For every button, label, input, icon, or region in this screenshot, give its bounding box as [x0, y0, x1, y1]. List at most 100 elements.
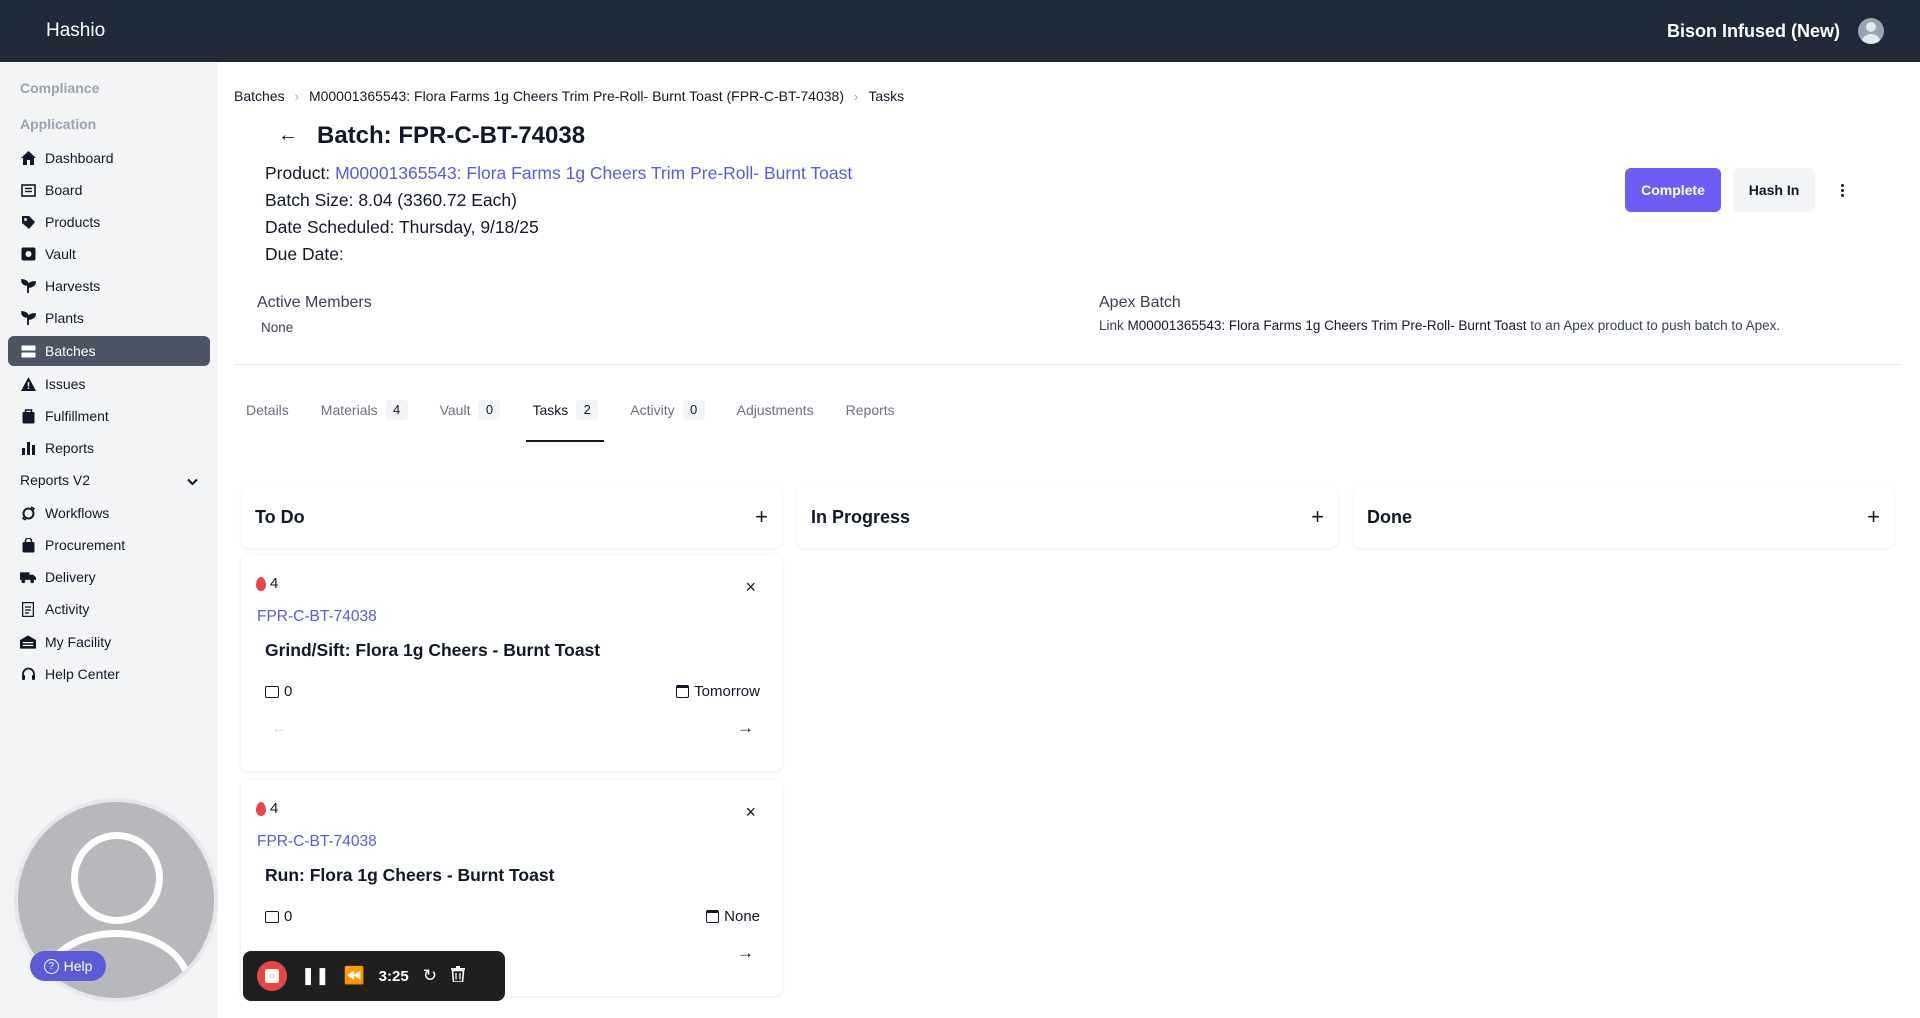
sidebar-section-compliance[interactable]: Compliance [20, 80, 99, 96]
apex-batch-title: Apex Batch [1099, 294, 1181, 311]
tab-vault[interactable]: Vault 0 [434, 400, 507, 442]
chevron-right-icon: › [854, 88, 859, 104]
tab-label: Details [246, 402, 289, 418]
sidebar-item-label: Delivery [45, 569, 96, 585]
hash-in-button[interactable]: Hash In [1733, 168, 1815, 212]
product-link[interactable]: M00001365543: Flora Farms 1g Cheers Trim… [335, 163, 852, 183]
sidebar-item-batches[interactable]: Batches [8, 336, 210, 366]
due-date: Due Date: [265, 244, 344, 264]
sidebar-item-label: Harvests [45, 278, 101, 294]
delete-icon[interactable] [450, 965, 465, 987]
sidebar-item-label: Reports V2 [20, 472, 91, 488]
headset-icon [20, 666, 36, 682]
task-name: Run: Flora 1g Cheers - Burnt Toast [265, 865, 555, 885]
sidebar-item-reports-v2[interactable]: Reports V2 [8, 465, 210, 495]
batches-icon [20, 343, 36, 359]
tab-activity[interactable]: Activity 0 [624, 400, 710, 442]
sidebar-item-products[interactable]: Products [8, 207, 210, 237]
sidebar-item-my-facility[interactable]: My Facility [8, 627, 210, 657]
calendar-icon [676, 685, 690, 698]
breadcrumb-batches[interactable]: Batches [234, 88, 285, 104]
sidebar-item-issues[interactable]: Issues [8, 369, 210, 399]
help-button[interactable]: ? Help [30, 951, 106, 981]
sidebar-item-delivery[interactable]: Delivery [8, 562, 210, 592]
priority: 4 [256, 800, 278, 817]
sidebar-item-procurement[interactable]: Procurement [8, 530, 210, 560]
breadcrumb-batch[interactable]: M00001365543: Flora Farms 1g Cheers Trim… [309, 88, 844, 104]
restart-icon[interactable]: ↻ [423, 966, 437, 986]
add-task-icon[interactable]: + [1311, 506, 1324, 528]
chevron-down-icon[interactable] [187, 473, 198, 489]
flame-icon [256, 576, 266, 591]
batch-tag-link[interactable]: FPR-C-BT-74038 [257, 608, 377, 626]
sidebar-item-help-center[interactable]: Help Center [8, 659, 210, 689]
more-options-icon[interactable] [1832, 178, 1852, 202]
truck-icon [20, 569, 36, 585]
close-icon[interactable]: × [745, 577, 756, 598]
activity-icon [20, 601, 36, 617]
add-task-icon[interactable]: + [755, 506, 768, 528]
comment-count: 0 [284, 683, 293, 700]
sidebar-item-board[interactable]: Board [8, 175, 210, 205]
move-left-icon: ← [271, 720, 287, 737]
add-task-icon[interactable]: + [1867, 506, 1880, 528]
rewind-icon[interactable]: ⏪ [344, 966, 365, 986]
stop-recording-button[interactable] [257, 961, 287, 991]
calendar-icon [706, 910, 720, 923]
due-date: None [706, 908, 760, 925]
brand-logo[interactable]: Hashio [46, 20, 105, 42]
comments-button[interactable]: 0 [265, 683, 292, 700]
tab-tasks[interactable]: Tasks 2 [526, 400, 605, 442]
sidebar-item-dashboard[interactable]: Dashboard [8, 143, 210, 173]
due-value: Tomorrow [694, 683, 760, 700]
sidebar-item-workflows[interactable]: Workflows [8, 498, 210, 528]
pause-icon[interactable]: ❚❚ [301, 966, 330, 986]
back-arrow-icon[interactable]: ← [278, 124, 298, 147]
breadcrumb-tasks[interactable]: Tasks [868, 88, 904, 104]
sidebar-item-label: Products [45, 214, 101, 230]
sidebar-item-harvests[interactable]: Harvests [8, 271, 210, 301]
sidebar-section-application[interactable]: Application [20, 116, 96, 132]
sidebar-item-activity[interactable]: Activity [8, 594, 210, 624]
tab-adjustments[interactable]: Adjustments [731, 402, 820, 442]
close-icon[interactable]: × [745, 802, 756, 823]
column-done: Done + [1353, 486, 1894, 548]
sidebar-item-label: Activity [45, 601, 90, 617]
tab-details[interactable]: Details [240, 402, 295, 442]
sidebar-item-label: Workflows [45, 505, 110, 521]
tab-materials[interactable]: Materials 4 [315, 400, 414, 442]
facility-icon [20, 634, 36, 650]
organization-name[interactable]: Bison Infused (New) [1667, 21, 1840, 42]
sidebar-item-fulfillment[interactable]: Fulfillment [8, 401, 210, 431]
sidebar-item-label: Reports [45, 440, 95, 456]
batch-tag-link[interactable]: FPR-C-BT-74038 [257, 833, 377, 851]
chevron-right-icon: › [294, 88, 299, 104]
tab-label: Materials [320, 402, 378, 418]
priority-value: 4 [270, 800, 279, 817]
help-label: Help [63, 958, 93, 974]
tab-label: Reports [845, 402, 895, 418]
move-right-icon[interactable]: → [737, 943, 754, 963]
user-avatar-icon[interactable] [1858, 18, 1884, 44]
tab-count: 4 [385, 400, 408, 420]
tab-label: Adjustments [736, 402, 814, 418]
move-right-icon[interactable]: → [737, 718, 754, 738]
sidebar-item-reports[interactable]: Reports [8, 433, 210, 463]
apex-prefix: Link [1099, 318, 1124, 333]
tab-reports[interactable]: Reports [840, 402, 901, 442]
batch-info: Product: M00001365543: Flora Farms 1g Ch… [265, 160, 852, 268]
section-divider [234, 364, 1900, 365]
sidebar-item-label: Fulfillment [45, 408, 109, 424]
task-card[interactable]: 4 × FPR-C-BT-74038 Grind/Sift: Flora 1g … [241, 555, 782, 771]
tab-count: 2 [576, 400, 599, 420]
sidebar-item-plants[interactable]: Plants [8, 303, 210, 333]
sidebar-item-vault[interactable]: Vault [8, 239, 210, 269]
comments-button[interactable]: 0 [265, 908, 292, 925]
apex-product: M00001365543: Flora Farms 1g Cheers Trim… [1127, 318, 1527, 333]
avatar-head [71, 832, 163, 924]
board-icon [20, 182, 36, 198]
top-bar: Hashio Bison Infused (New) [0, 0, 1920, 62]
sidebar-item-label: Issues [45, 376, 86, 392]
sidebar-item-label: Help Center [45, 666, 120, 682]
complete-button[interactable]: Complete [1625, 168, 1721, 212]
